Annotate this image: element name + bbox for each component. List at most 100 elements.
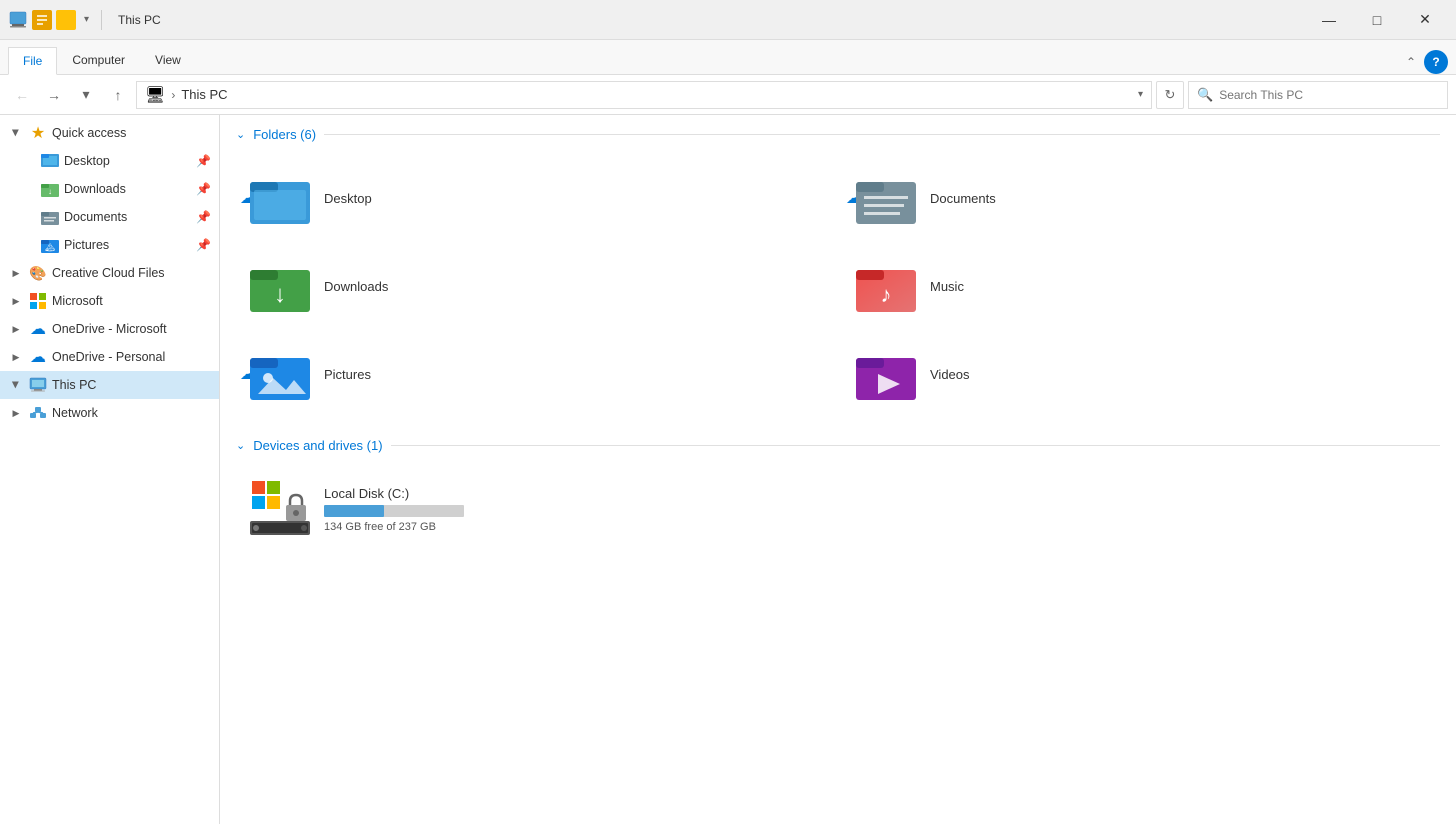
network-icon (28, 403, 48, 423)
desktop-folder-thumb (248, 166, 312, 230)
quick-access-toolbar-icon[interactable] (32, 10, 52, 30)
desktop-pin-icon: 📌 (196, 154, 211, 168)
sidebar-label-quick-access: Quick access (52, 126, 211, 140)
folder-item-pictures[interactable]: ☁ Pictures (236, 334, 834, 414)
desktop-folder-name: Desktop (324, 191, 372, 206)
sidebar-label-documents: Documents (64, 210, 192, 224)
microsoft-icon (28, 291, 48, 311)
address-text: This PC (181, 87, 227, 102)
folder-item-music[interactable]: ♪ Music (842, 246, 1440, 326)
videos-folder-name: Videos (930, 367, 970, 382)
folders-divider (324, 134, 1440, 135)
sidebar-item-pictures[interactable]: 🏔 Pictures 📌 (0, 231, 219, 259)
title-bar-left: ▾ This PC (8, 10, 1306, 30)
documents-folder-name: Documents (930, 191, 996, 206)
drives-grid: Local Disk (C:) 134 GB free of 237 GB (236, 469, 1440, 549)
music-folder-name: Music (930, 279, 964, 294)
sidebar-label-creative-cloud: Creative Cloud Files (52, 266, 211, 280)
local-disk-name: Local Disk (C:) (324, 486, 464, 501)
pictures-folder-name: Pictures (324, 367, 371, 382)
close-button[interactable]: ✕ (1402, 5, 1448, 35)
downloads-folder-icon: ↓ (40, 179, 60, 199)
back-button[interactable]: ← (8, 81, 36, 109)
sidebar-item-desktop[interactable]: Desktop 📌 (0, 147, 219, 175)
onedrive-microsoft-expand-arrow: ▶ (8, 321, 24, 337)
address-dropdown-arrow[interactable]: ▾ (1138, 89, 1143, 100)
maximize-button[interactable]: □ (1354, 5, 1400, 35)
local-disk-size-text: 134 GB free of 237 GB (324, 521, 464, 533)
drive-item-local-disk[interactable]: Local Disk (C:) 134 GB free of 237 GB (236, 469, 476, 549)
svg-text:♪: ♪ (881, 282, 892, 307)
onedrive-personal-expand-arrow: ▶ (8, 349, 24, 365)
sidebar-label-pictures: Pictures (64, 238, 192, 252)
main-layout: ▶ ★ Quick access Desktop 📌 ↓ (0, 115, 1456, 824)
devices-section-title: Devices and drives (1) (253, 438, 382, 453)
search-input[interactable] (1219, 88, 1439, 102)
videos-folder-thumb (854, 342, 918, 406)
sidebar-item-network[interactable]: ▶ Network (0, 399, 219, 427)
network-expand-arrow: ▶ (8, 405, 24, 421)
svg-text:↓: ↓ (274, 281, 286, 308)
address-monitor-icon: 🖥 (145, 85, 165, 105)
address-bar: ← → ▾ ↑ 🖥 › This PC ▾ ↻ 🔍 (0, 75, 1456, 115)
sidebar-label-onedrive-microsoft: OneDrive - Microsoft (52, 322, 211, 336)
local-disk-bar-container (324, 505, 464, 517)
forward-button[interactable]: → (40, 81, 68, 109)
onedrive-microsoft-icon: ☁ (28, 319, 48, 339)
tab-file[interactable]: File (8, 47, 57, 75)
folder-item-videos[interactable]: Videos (842, 334, 1440, 414)
creative-cloud-icon: 🎨 (28, 263, 48, 283)
sidebar-label-onedrive-personal: OneDrive - Personal (52, 350, 211, 364)
documents-folder-icon (40, 207, 60, 227)
ribbon-tabs: File Computer View ⌃ ? (0, 40, 1456, 74)
folders-section-title: Folders (6) (253, 127, 316, 142)
sidebar-label-microsoft: Microsoft (52, 294, 211, 308)
address-path[interactable]: 🖥 › This PC ▾ (136, 81, 1152, 109)
sidebar-item-microsoft[interactable]: ▶ Microsoft (0, 287, 219, 315)
svg-text:🏔: 🏔 (45, 243, 55, 252)
help-button[interactable]: ? (1424, 50, 1448, 74)
this-pc-expand-arrow: ▶ (8, 377, 24, 393)
refresh-button[interactable]: ↻ (1156, 81, 1184, 109)
sidebar-item-creative-cloud[interactable]: ▶ 🎨 Creative Cloud Files (0, 259, 219, 287)
folder-item-downloads[interactable]: ↓ Downloads (236, 246, 834, 326)
tab-view[interactable]: View (140, 46, 196, 74)
onedrive-personal-icon: ☁ (28, 347, 48, 367)
sidebar-item-quick-access[interactable]: ▶ ★ Quick access (0, 119, 219, 147)
sidebar-item-onedrive-microsoft[interactable]: ▶ ☁ OneDrive - Microsoft (0, 315, 219, 343)
quick-access-expand-arrow: ▶ (8, 125, 24, 141)
folder-item-documents[interactable]: ☁ Documents (842, 158, 1440, 238)
this-pc-icon (28, 375, 48, 395)
recent-locations-button[interactable]: ▾ (72, 81, 100, 109)
quick-access-star-icon: ★ (28, 123, 48, 143)
folder-item-desktop[interactable]: ☁ Desktop (236, 158, 834, 238)
devices-section-header[interactable]: ⌄ Devices and drives (1) (236, 438, 1440, 453)
creative-cloud-expand-arrow: ▶ (8, 265, 24, 281)
ribbon-expand[interactable]: ⌃ ? (1406, 50, 1448, 74)
sidebar-item-documents[interactable]: Documents 📌 (0, 203, 219, 231)
sidebar-item-downloads[interactable]: ↓ Downloads 📌 (0, 175, 219, 203)
window-controls: — □ ✕ (1306, 5, 1448, 35)
pictures-folder-thumb (248, 342, 312, 406)
folders-section-header[interactable]: ⌄ Folders (6) (236, 127, 1440, 142)
window-title: This PC (118, 13, 161, 27)
quick-access-dropdown[interactable]: ▾ (80, 12, 93, 27)
sidebar-item-onedrive-personal[interactable]: ▶ ☁ OneDrive - Personal (0, 343, 219, 371)
local-disk-bar-fill (324, 505, 384, 517)
svg-text:↓: ↓ (48, 187, 52, 196)
minimize-button[interactable]: — (1306, 5, 1352, 35)
up-button[interactable]: ↑ (104, 81, 132, 109)
folders-chevron-icon: ⌄ (236, 128, 245, 141)
folders-grid: ☁ Desktop ☁ (236, 158, 1440, 414)
address-separator: › (171, 88, 175, 102)
folder-toolbar-icon[interactable] (56, 10, 76, 30)
sidebar-item-this-pc[interactable]: ▶ This PC (0, 371, 219, 399)
downloads-pin-icon: 📌 (196, 182, 211, 196)
app-icon (8, 10, 28, 30)
devices-divider (391, 445, 1440, 446)
devices-chevron-icon: ⌄ (236, 439, 245, 452)
search-box[interactable]: 🔍 (1188, 81, 1448, 109)
ribbon: File Computer View ⌃ ? (0, 40, 1456, 75)
tab-computer[interactable]: Computer (57, 46, 140, 74)
local-disk-thumb (248, 477, 312, 541)
